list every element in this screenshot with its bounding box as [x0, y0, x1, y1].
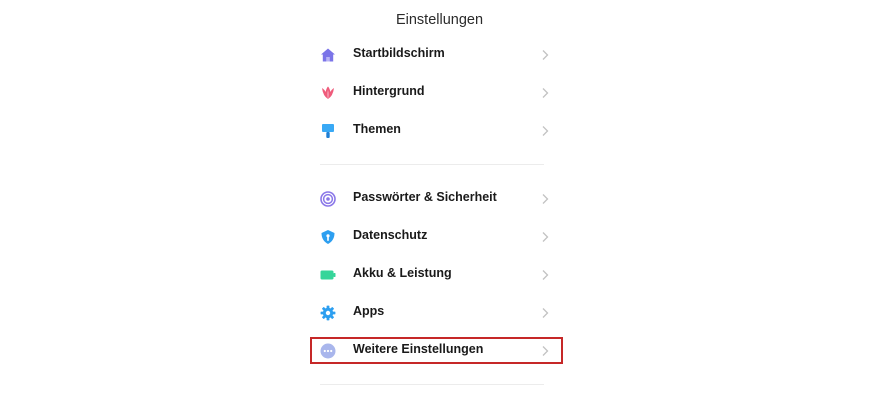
paintbrush-icon	[320, 123, 336, 139]
settings-item-startbildschirm[interactable]: Startbildschirm	[312, 37, 564, 73]
settings-item-label: Apps	[353, 304, 385, 318]
section-divider	[320, 164, 544, 165]
settings-item-apps[interactable]: Apps	[312, 295, 564, 331]
settings-item-label: Themen	[353, 122, 401, 136]
settings-item-themen[interactable]: Themen	[312, 113, 564, 149]
fingerprint-icon	[320, 191, 336, 207]
chevron-right-icon	[540, 125, 550, 137]
settings-item-akku-leistung[interactable]: Akku & Leistung	[312, 257, 564, 293]
chevron-right-icon	[540, 87, 550, 99]
gear-icon	[320, 305, 336, 321]
section-divider	[320, 384, 544, 385]
chevron-right-icon	[540, 49, 550, 61]
battery-icon	[320, 267, 336, 283]
settings-item-label: Datenschutz	[353, 228, 428, 242]
settings-item-label: Passwörter & Sicherheit	[353, 190, 497, 204]
settings-item-hintergrund[interactable]: Hintergrund	[312, 75, 564, 111]
chevron-right-icon	[540, 231, 550, 243]
home-icon	[320, 47, 336, 63]
settings-item-label: Akku & Leistung	[353, 266, 452, 280]
settings-item-passwoerter-sicherheit[interactable]: Passwörter & Sicherheit	[312, 181, 564, 217]
settings-screen: Einstellungen Startbildschirm Hintergrun…	[0, 0, 879, 400]
settings-item-label: Startbildschirm	[353, 46, 445, 60]
page-title: Einstellungen	[395, 12, 484, 28]
settings-item-datenschutz[interactable]: Datenschutz	[312, 219, 564, 255]
chevron-right-icon	[540, 307, 550, 319]
privacy-shield-icon	[320, 229, 336, 245]
chevron-right-icon	[540, 269, 550, 281]
tulip-icon	[320, 85, 336, 101]
highlight-box	[310, 337, 563, 364]
chevron-right-icon	[540, 193, 550, 205]
settings-item-label: Hintergrund	[353, 84, 425, 98]
